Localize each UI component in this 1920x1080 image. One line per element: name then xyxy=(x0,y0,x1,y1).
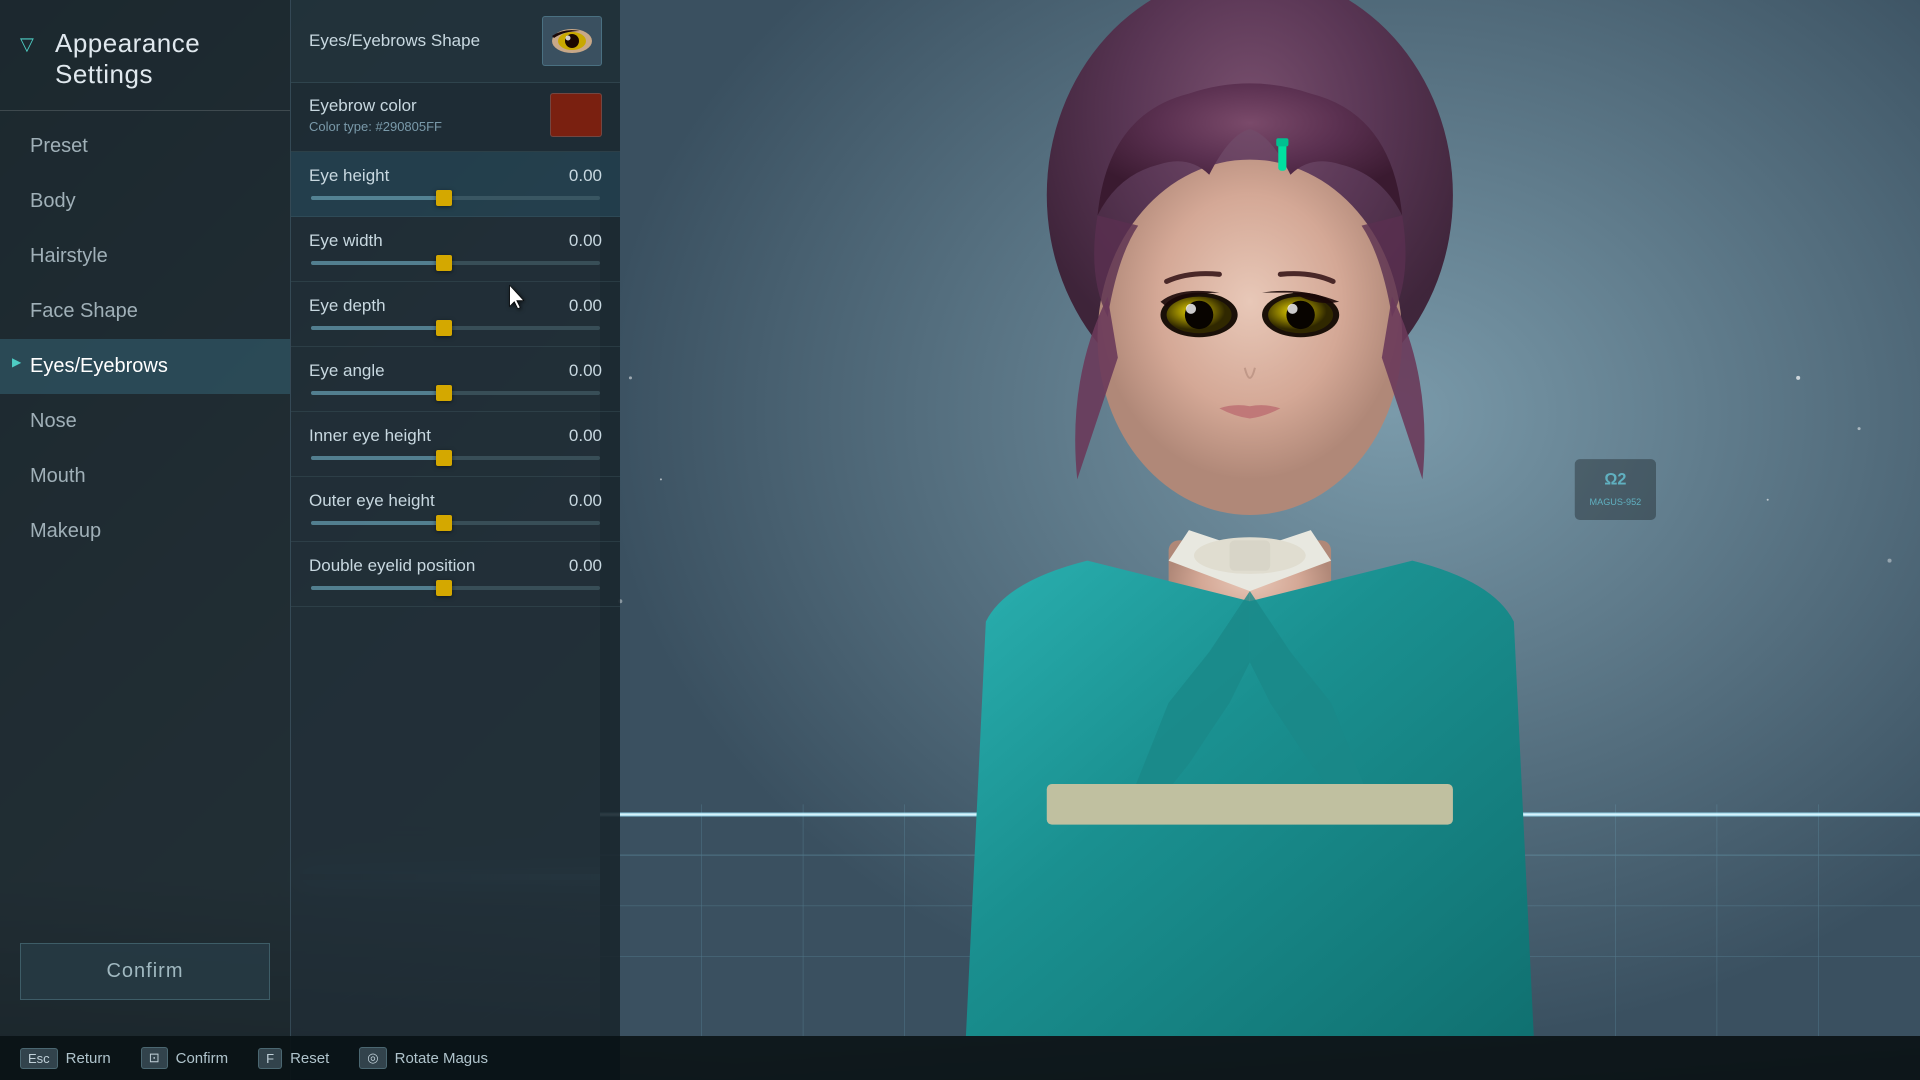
slider-name: Double eyelid position xyxy=(309,556,475,576)
slider-fill xyxy=(311,326,444,330)
sidebar-item-preset[interactable]: Preset xyxy=(0,119,290,174)
slider-value: 0.00 xyxy=(569,166,602,186)
color-info: Eyebrow color Color type: #290805FF xyxy=(309,96,442,134)
slider-value: 0.00 xyxy=(569,296,602,316)
slider-value: 0.00 xyxy=(569,426,602,446)
eye-preview-svg xyxy=(544,18,600,64)
slider-value: 0.00 xyxy=(569,231,602,251)
slider-track[interactable] xyxy=(311,196,600,200)
confirm-button[interactable]: Confirm xyxy=(20,943,270,1000)
slider-fill xyxy=(311,456,444,460)
slider-value: 0.00 xyxy=(569,491,602,511)
slider-header: Eye depth 0.00 xyxy=(309,296,602,316)
sidebar-item-nose[interactable]: Nose xyxy=(0,394,290,449)
slider-name: Eye width xyxy=(309,231,383,251)
slider-name: Eye height xyxy=(309,166,389,186)
slider-header: Inner eye height 0.00 xyxy=(309,426,602,446)
slider-value: 0.00 xyxy=(569,361,602,381)
slider-track[interactable] xyxy=(311,261,600,265)
sidebar-item-face-shape[interactable]: Face Shape xyxy=(0,284,290,339)
slider-header: Eye width 0.00 xyxy=(309,231,602,251)
slider-thumb[interactable] xyxy=(436,385,452,401)
slider-name: Eye depth xyxy=(309,296,386,316)
triangle-icon: ▽ xyxy=(20,34,34,55)
color-item[interactable]: Eyebrow color Color type: #290805FF xyxy=(291,83,620,152)
slider-track[interactable] xyxy=(311,586,600,590)
sidebar-item-makeup[interactable]: Makeup xyxy=(0,504,290,559)
slider-thumb[interactable] xyxy=(436,580,452,596)
slider-fill xyxy=(311,261,444,265)
slider-eye-angle[interactable]: Eye angle 0.00 xyxy=(291,347,620,412)
slider-eye-height[interactable]: Eye height 0.00 xyxy=(291,152,620,217)
color-swatch[interactable] xyxy=(550,93,602,137)
shape-preview xyxy=(542,16,602,66)
color-type: Color type: #290805FF xyxy=(309,119,442,134)
slider-eye-depth[interactable]: Eye depth 0.00 xyxy=(291,282,620,347)
slider-outer-eye-height[interactable]: Outer eye height 0.00 xyxy=(291,477,620,542)
slider-thumb[interactable] xyxy=(436,515,452,531)
slider-track[interactable] xyxy=(311,521,600,525)
slider-header: Eye height 0.00 xyxy=(309,166,602,186)
slider-header: Outer eye height 0.00 xyxy=(309,491,602,511)
slider-track[interactable] xyxy=(311,456,600,460)
right-panel: Eyes/Eyebrows Shape Eyebrow color Color … xyxy=(290,0,620,1080)
svg-text:Ω2: Ω2 xyxy=(1604,470,1626,488)
sidebar-item-mouth[interactable]: Mouth xyxy=(0,449,290,504)
slider-eye-width[interactable]: Eye width 0.00 xyxy=(291,217,620,282)
slider-track[interactable] xyxy=(311,391,600,395)
slider-double-eyelid[interactable]: Double eyelid position 0.00 xyxy=(291,542,620,607)
shape-item[interactable]: Eyes/Eyebrows Shape xyxy=(291,0,620,83)
slider-header: Double eyelid position 0.00 xyxy=(309,556,602,576)
title-area: ▽ Appearance Settings xyxy=(0,0,290,111)
slider-fill xyxy=(311,196,444,200)
slider-fill xyxy=(311,586,444,590)
slider-fill xyxy=(311,521,444,525)
slider-header: Eye angle 0.00 xyxy=(309,361,602,381)
sidebar-item-body[interactable]: Body xyxy=(0,174,290,229)
slider-thumb[interactable] xyxy=(436,255,452,271)
color-label: Eyebrow color xyxy=(309,96,442,116)
left-panel: ▽ Appearance Settings Preset Body Hairst… xyxy=(0,0,290,1080)
character-viewport: Ω2 MAGUS-952 xyxy=(600,0,1920,1036)
slider-fill xyxy=(311,391,444,395)
slider-track[interactable] xyxy=(311,326,600,330)
slider-thumb[interactable] xyxy=(436,190,452,206)
slider-name: Outer eye height xyxy=(309,491,435,511)
slider-thumb[interactable] xyxy=(436,450,452,466)
page-title: Appearance Settings xyxy=(55,28,200,89)
nav-list: Preset Body Hairstyle Face Shape Eyes/Ey… xyxy=(0,111,290,567)
slider-thumb[interactable] xyxy=(436,320,452,336)
slider-name: Inner eye height xyxy=(309,426,431,446)
sidebar-item-hairstyle[interactable]: Hairstyle xyxy=(0,229,290,284)
character-svg: Ω2 MAGUS-952 xyxy=(600,0,1920,1036)
slider-value: 0.00 xyxy=(569,556,602,576)
slider-name: Eye angle xyxy=(309,361,385,381)
sidebar-item-eyes-eyebrows[interactable]: Eyes/Eyebrows xyxy=(0,339,290,394)
shape-label: Eyes/Eyebrows Shape xyxy=(309,31,480,51)
svg-text:MAGUS-952: MAGUS-952 xyxy=(1590,497,1642,507)
slider-inner-eye-height[interactable]: Inner eye height 0.00 xyxy=(291,412,620,477)
